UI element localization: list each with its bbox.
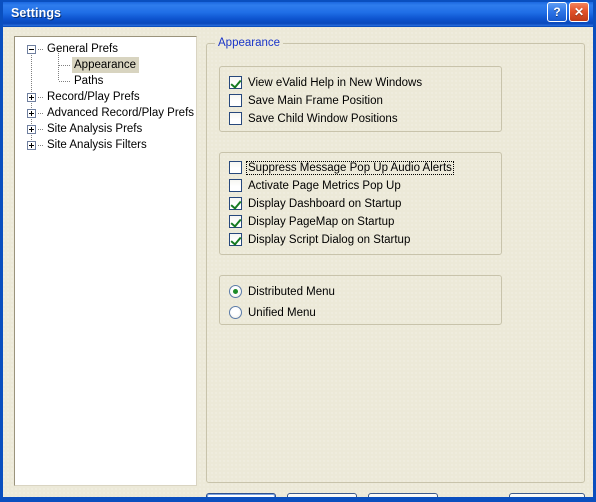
checkbox-suppress-message-pop-up-audio-alerts[interactable]: Suppress Message Pop Up Audio Alerts bbox=[229, 159, 454, 176]
tree-item-label: Record/Play Prefs bbox=[47, 91, 140, 103]
checkbox-display-pagemap-on-startup[interactable]: Display PageMap on Startup bbox=[229, 213, 395, 230]
tree-item-site-analysis-filters[interactable]: Site Analysis Filters bbox=[15, 137, 196, 153]
tree-item-label: Paths bbox=[74, 75, 104, 87]
expand-icon[interactable] bbox=[27, 141, 36, 150]
tree-connector-line bbox=[59, 81, 70, 82]
appearance-pane: Appearance View eValid Help in New Windo… bbox=[206, 36, 585, 483]
expand-icon[interactable] bbox=[27, 93, 36, 102]
tree-connector-line bbox=[38, 97, 44, 98]
tree-item-site-analysis-prefs[interactable]: Site Analysis Prefs bbox=[15, 121, 196, 137]
checkbox-checked-icon[interactable] bbox=[229, 233, 242, 246]
save-button-label: Save bbox=[390, 499, 417, 500]
menu-style-group: Distributed Menu Unified Menu bbox=[219, 275, 502, 325]
help-icon[interactable]: ? bbox=[547, 2, 567, 22]
tree-connector-line bbox=[59, 65, 70, 66]
checkbox-unchecked-icon[interactable] bbox=[229, 161, 242, 174]
settings-tree-panel[interactable]: General Prefs Appearance Paths Record/Play … bbox=[14, 36, 197, 486]
checkbox-checked-icon[interactable] bbox=[229, 197, 242, 210]
checkbox-unchecked-icon[interactable] bbox=[229, 179, 242, 192]
option-label: Display PageMap on Startup bbox=[248, 215, 395, 228]
collapse-icon[interactable] bbox=[27, 45, 36, 54]
option-label: Display Script Dialog on Startup bbox=[248, 233, 411, 246]
expand-icon[interactable] bbox=[27, 125, 36, 134]
checkbox-display-script-dialog-on-startup[interactable]: Display Script Dialog on Startup bbox=[229, 231, 411, 248]
tree-connector-line bbox=[38, 49, 44, 50]
expand-icon[interactable] bbox=[27, 109, 36, 118]
checkbox-unchecked-icon[interactable] bbox=[229, 112, 242, 125]
appearance-group-label: Appearance bbox=[215, 37, 284, 49]
tree-item-label: Site Analysis Prefs bbox=[47, 123, 143, 135]
option-label: Save Main Frame Position bbox=[248, 94, 383, 107]
tree-item-appearance[interactable]: Appearance bbox=[15, 57, 196, 73]
close-icon[interactable]: ✕ bbox=[569, 2, 589, 22]
option-label: Activate Page Metrics Pop Up bbox=[248, 179, 401, 192]
tree-item-label: Appearance bbox=[72, 57, 140, 73]
save-accel-letter: S bbox=[390, 499, 398, 500]
checkbox-activate-page-metrics-pop-up[interactable]: Activate Page Metrics Pop Up bbox=[229, 177, 402, 194]
tree-item-label: Site Analysis Filters bbox=[47, 139, 147, 151]
window-options-group: View eValid Help in New Windows Save Main… bbox=[219, 66, 502, 132]
checkbox-save-child-window-positions[interactable]: Save Child Window Positions bbox=[229, 110, 399, 127]
checkbox-unchecked-icon[interactable] bbox=[229, 94, 242, 107]
checkbox-checked-icon[interactable] bbox=[229, 215, 242, 228]
title-bar[interactable]: Settings ? ✕ bbox=[3, 0, 593, 27]
tree-item-advanced-record-play-prefs[interactable]: Advanced Record/Play Prefs bbox=[15, 105, 196, 121]
settings-tree[interactable]: General Prefs Appearance Paths Record/Play … bbox=[15, 37, 196, 153]
radio-selected-icon[interactable] bbox=[229, 285, 242, 298]
option-label: View eValid Help in New Windows bbox=[248, 76, 423, 89]
save-label-rest: ave bbox=[398, 499, 417, 500]
tree-item-record-play-prefs[interactable]: Record/Play Prefs bbox=[15, 89, 196, 105]
title-bar-buttons: ? ✕ bbox=[547, 2, 589, 22]
radio-unselected-icon[interactable] bbox=[229, 306, 242, 319]
tree-item-label: General Prefs bbox=[47, 43, 118, 55]
checkbox-checked-icon[interactable] bbox=[229, 76, 242, 89]
option-label: Save Child Window Positions bbox=[248, 112, 398, 125]
tree-connector-line bbox=[38, 145, 44, 146]
tree-item-label: Advanced Record/Play Prefs bbox=[47, 107, 195, 119]
window-title: Settings bbox=[11, 6, 62, 20]
dialog-client-area: General Prefs Appearance Paths Record/Play … bbox=[3, 27, 593, 500]
tree-item-general-prefs[interactable]: General Prefs bbox=[15, 41, 196, 57]
option-label: Display Dashboard on Startup bbox=[248, 197, 402, 210]
radio-distributed-menu[interactable]: Distributed Menu bbox=[229, 283, 336, 300]
window-bottom-border bbox=[3, 497, 593, 499]
settings-dialog-window: Settings ? ✕ General Prefs Appearance Path… bbox=[0, 0, 596, 502]
checkbox-display-dashboard-on-startup[interactable]: Display Dashboard on Startup bbox=[229, 195, 402, 212]
option-label: Distributed Menu bbox=[248, 285, 335, 298]
option-label: Suppress Message Pop Up Audio Alerts bbox=[246, 160, 454, 175]
tree-connector-line bbox=[38, 129, 44, 130]
option-label: Unified Menu bbox=[248, 306, 316, 319]
radio-unified-menu[interactable]: Unified Menu bbox=[229, 304, 317, 321]
checkbox-view-evalid-help-in-new-windows[interactable]: View eValid Help in New Windows bbox=[229, 74, 423, 91]
startup-options-group: Suppress Message Pop Up Audio Alerts Acti… bbox=[219, 152, 502, 255]
tree-connector-line bbox=[38, 113, 44, 114]
tree-item-paths[interactable]: Paths bbox=[15, 73, 196, 89]
checkbox-save-main-frame-position[interactable]: Save Main Frame Position bbox=[229, 92, 384, 109]
